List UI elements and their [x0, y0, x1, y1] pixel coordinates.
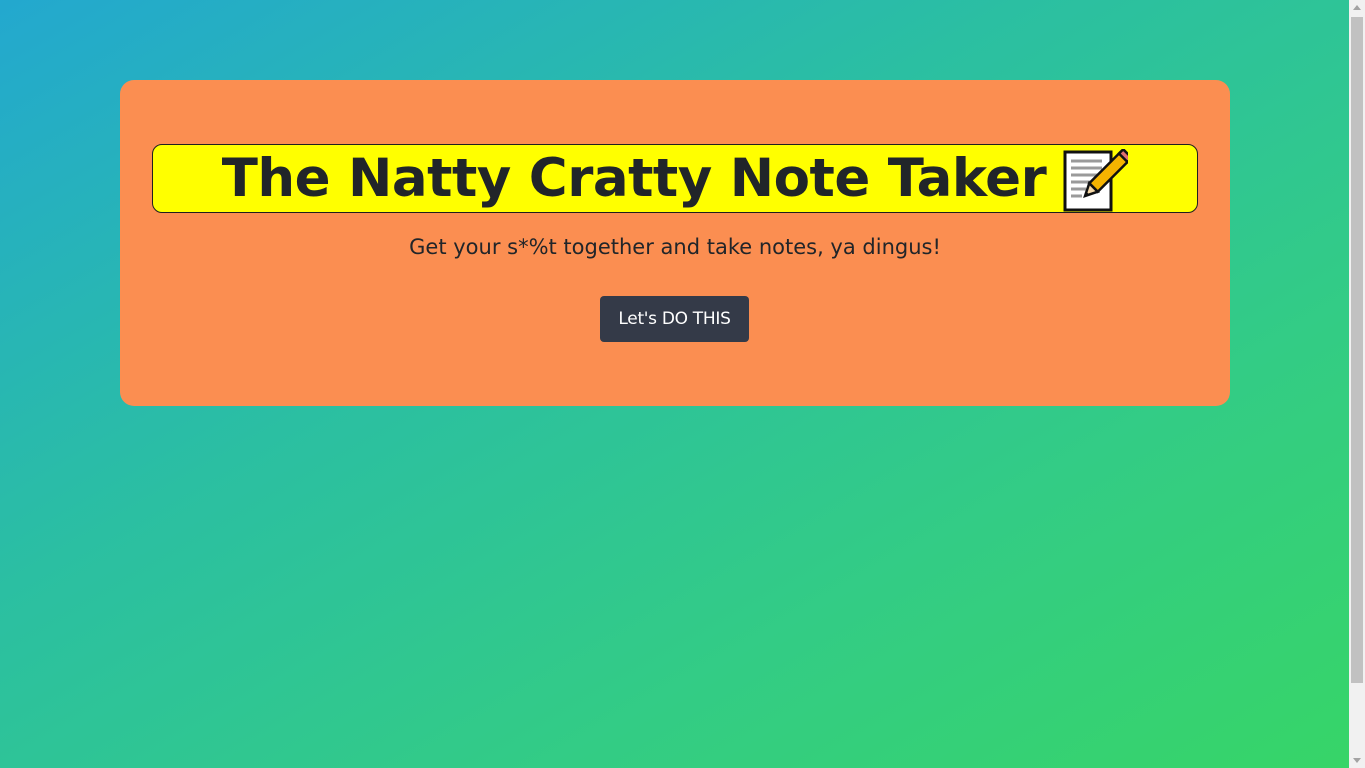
- scroll-down-arrow-icon[interactable]: [1353, 758, 1361, 763]
- page-title: The Natty Cratty Note Taker: [152, 144, 1198, 213]
- vertical-scrollbar[interactable]: [1349, 0, 1365, 768]
- page-title-text: The Natty Cratty Note Taker: [221, 148, 1047, 209]
- jumbotron: The Natty Cratty Note Taker Get your s*%…: [120, 80, 1230, 406]
- memo-icon: [1062, 147, 1134, 213]
- scroll-up-arrow-icon[interactable]: [1353, 5, 1361, 10]
- scrollbar-thumb[interactable]: [1351, 17, 1363, 683]
- page: The Natty Cratty Note Taker Get your s*%…: [0, 0, 1349, 768]
- lets-do-this-button[interactable]: Let's DO THIS: [600, 296, 749, 342]
- tagline: Get your s*%t together and take notes, y…: [409, 235, 941, 259]
